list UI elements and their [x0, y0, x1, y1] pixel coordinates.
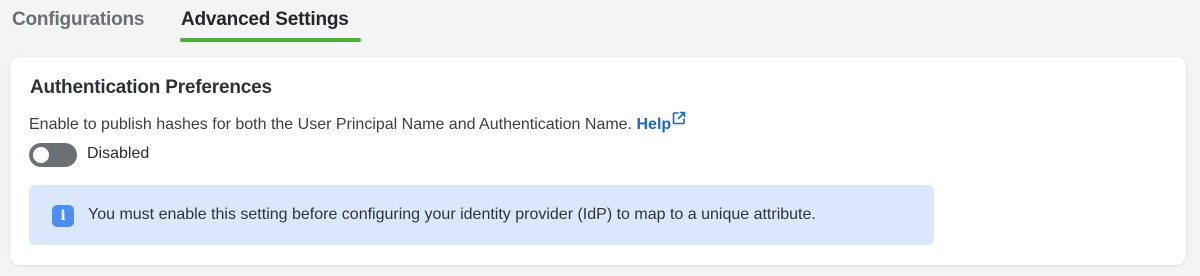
active-tab-indicator [180, 38, 361, 42]
info-icon: i [52, 205, 74, 227]
help-label: Help [636, 116, 672, 133]
tab-configurations[interactable]: Configurations [12, 6, 144, 42]
section-description: Enable to publish hashes for both the Us… [29, 111, 686, 134]
help-link[interactable]: Help [636, 111, 686, 133]
section-title: Authentication Preferences [30, 77, 272, 98]
toggle-status-label: Disabled [87, 145, 150, 162]
info-banner-text: You must enable this setting before conf… [88, 206, 816, 223]
publish-hashes-toggle[interactable] [29, 143, 77, 167]
description-text: Enable to publish hashes for both the Us… [29, 116, 633, 133]
external-link-icon [672, 111, 686, 125]
authentication-preferences-card: Authentication Preferences Enable to pub… [10, 57, 1186, 265]
tab-bar: Configurations Advanced Settings [0, 0, 1200, 44]
toggle-knob [33, 147, 49, 163]
info-banner: i You must enable this setting before co… [29, 185, 934, 245]
tab-advanced-settings[interactable]: Advanced Settings [181, 6, 349, 42]
